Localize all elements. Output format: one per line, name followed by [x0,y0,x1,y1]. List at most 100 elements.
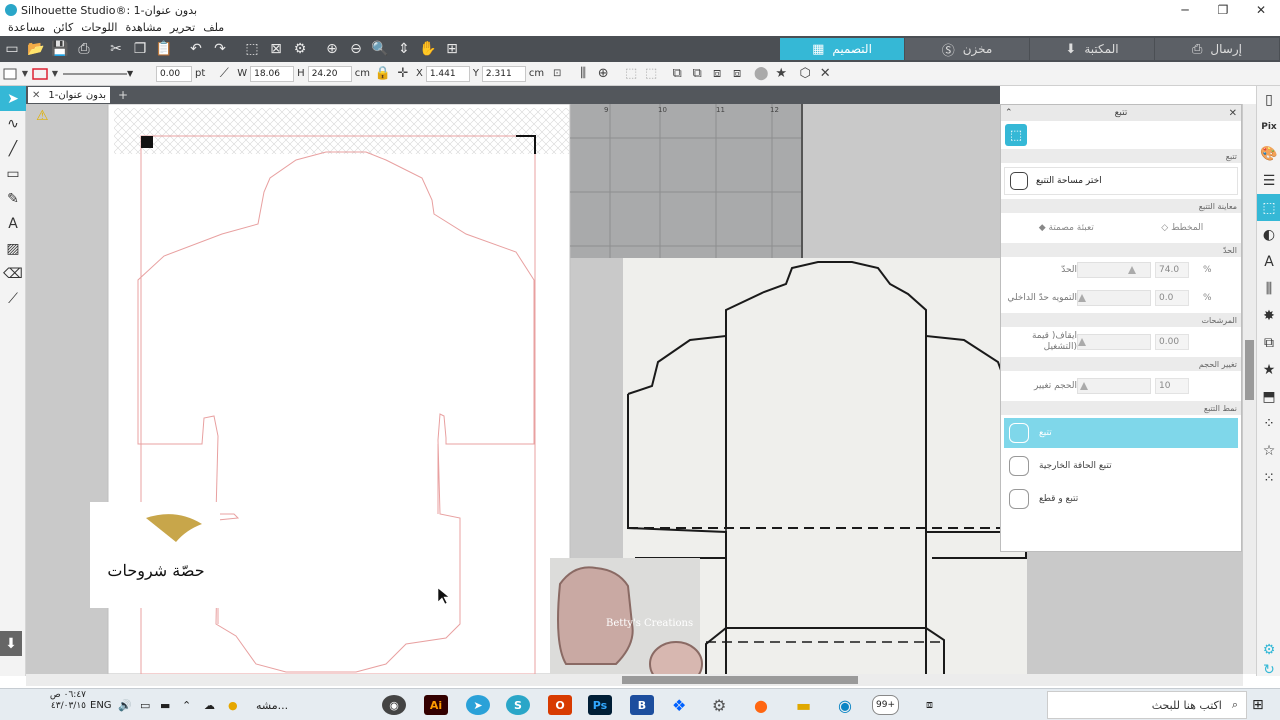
page-setup-icon[interactable]: ▯ [1257,86,1280,113]
redo-icon[interactable]: ↷ [210,39,230,59]
tab-send[interactable]: ⎙ إرسال [1155,38,1279,60]
knife-icon[interactable]: ⟋ [0,286,26,311]
trace-panel-toggle-icon[interactable]: ⬚ [1257,194,1280,221]
select-arrow-icon[interactable]: ➤ [0,86,26,111]
pan-hand-icon[interactable]: ✋ [418,39,438,59]
preview-outline-option[interactable]: ◇ المخطط [1161,223,1203,233]
threshold-slider[interactable] [1077,262,1151,278]
lock-aspect-icon[interactable]: 🔒 [373,65,393,83]
sketch-panel-icon[interactable]: ☆ [1257,437,1280,464]
menu-file[interactable]: ملف [199,20,228,36]
fill-dropdown-icon[interactable]: ▼ [20,65,30,83]
document-tab[interactable]: ✕ بدون عنوان-1 [28,87,111,103]
menu-help[interactable]: مساعدة [4,20,49,36]
y-position-input[interactable]: 2.311 [481,65,526,82]
offset-icon[interactable]: ⧈ [727,65,747,83]
rectangle-icon[interactable]: ▭ [0,161,26,186]
select-all-icon[interactable]: ⬚ [242,39,262,59]
weather-icon[interactable]: ● [228,695,238,715]
b-app-icon[interactable]: B [630,695,654,715]
eraser-icon[interactable]: ⌫ [0,261,26,286]
new-file-icon[interactable]: ▭ [2,39,22,59]
horizontal-scrollbar[interactable] [26,674,1243,686]
clock[interactable]: ٠٦:٤٧ ص ٤٣/٠٣/١٥ [10,690,86,711]
line-color-dropdown-icon[interactable]: ▼ [50,65,60,83]
dropbox-icon[interactable]: ❖ [672,695,686,715]
threshold-slider-knob[interactable] [1128,266,1136,274]
cut-icon[interactable]: ✂ [106,39,126,59]
text-panel-icon[interactable]: A [1257,248,1280,275]
replicate-panel-icon[interactable]: ⧉ [1257,329,1280,356]
close-window-button[interactable]: ✕ [1242,0,1280,20]
new-tab-icon[interactable]: + [116,88,130,102]
star-icon[interactable]: ★ [771,65,791,83]
modify-panel-icon[interactable]: ★ [1257,356,1280,383]
collapse-panel-icon[interactable]: ⌃ [1005,108,1013,118]
undo-icon[interactable]: ↶ [186,39,206,59]
height-input[interactable]: 24.20 [307,65,352,82]
menu-view[interactable]: مشاهدة [121,20,165,36]
3d-box-icon[interactable]: ⬡ [795,65,815,83]
photoshop-app-icon[interactable]: Ps [588,695,612,715]
file-explorer-icon[interactable]: ▬ [796,695,811,715]
trace-style-trace[interactable]: تتبع [1004,418,1238,448]
preview-filled-option[interactable]: ◆ تعبئة مصمتة [1039,223,1094,233]
fit-page-icon[interactable]: ⊞ [442,39,462,59]
store-download-icon[interactable]: ⬇ [0,631,22,656]
line-style-panel-icon[interactable]: ☰ [1257,167,1280,194]
align-panel-icon[interactable]: ⫼ [1257,275,1280,302]
blur-input[interactable]: 0.0 [1155,290,1189,306]
arrange-icon[interactable]: ⧈ [707,65,727,83]
active-window-label[interactable]: مشه... [256,695,288,715]
volume-icon[interactable]: 🔊 [118,695,132,715]
tab-design[interactable]: ▦ التصميم [780,38,904,60]
delete-x-icon[interactable]: ✕ [815,65,835,83]
drag-zoom-icon[interactable]: ⇕ [394,39,414,59]
paste-icon[interactable]: 📋 [154,39,174,59]
obs-app-icon[interactable]: ◉ [382,695,406,715]
width-input[interactable]: 18.06 [250,65,295,82]
firefox-icon[interactable]: ● [754,695,768,715]
group-icon[interactable]: ⬚ [621,65,641,83]
highpass-slider[interactable] [1077,334,1151,350]
task-view-icon[interactable]: ⧈ [926,695,933,715]
replicate-icon[interactable]: ⧉ [667,65,687,83]
offset-panel-icon[interactable]: ⬒ [1257,383,1280,410]
telegram-app-icon[interactable]: ➤ [466,695,490,715]
center-icon[interactable]: ⊕ [593,65,613,83]
fill-color-icon[interactable] [0,65,20,83]
tab-store[interactable]: Ⓢ مخزن [905,38,1029,60]
threshold-input[interactable]: 74.0 [1155,262,1189,278]
pattern-panel-icon[interactable]: ⁙ [1257,464,1280,491]
pencil-icon[interactable]: ✎ [0,186,26,211]
anchor-point-icon[interactable]: ⊡ [547,65,567,83]
language-indicator[interactable]: ENG [90,695,112,715]
ungroup-icon[interactable]: ⬚ [641,65,661,83]
scale-input[interactable]: 10 [1155,378,1189,394]
deselect-icon[interactable]: ⊠ [266,39,286,59]
select-by-color-icon[interactable]: ⚙ [290,39,310,59]
edge-icon[interactable]: ◉ [838,695,852,715]
line-color-icon[interactable] [30,65,50,83]
scale-slider[interactable] [1077,378,1151,394]
horizontal-scroll-thumb[interactable] [622,676,858,684]
zoom-out-icon[interactable]: ⊖ [346,39,366,59]
point-edit-icon[interactable]: ∿ [0,111,26,136]
transform-panel-icon[interactable]: ✸ [1257,302,1280,329]
x-position-input[interactable]: 1.441 [425,65,470,82]
battery-icon[interactable]: ▬ [160,695,170,715]
silhouette-taskbar-icon[interactable]: S [506,695,530,715]
trace-style-trace-and-detach[interactable]: تتبع و قطع [1004,484,1238,514]
highpass-input[interactable]: 0.00 [1155,334,1189,350]
network-icon[interactable]: ▭ [140,695,150,715]
save-icon[interactable]: 💾 [50,39,70,59]
blur-slider[interactable] [1077,290,1151,306]
maximize-button[interactable]: ❐ [1204,0,1242,20]
align-icon[interactable]: ⫼ [573,65,593,83]
windows-start-icon[interactable]: ⊞ [1252,695,1264,715]
close-doc-icon[interactable]: ✕ [32,90,40,101]
menu-edit[interactable]: تحرير [166,20,199,36]
zoom-selection-icon[interactable]: 🔍 [370,39,390,59]
color-palette-icon[interactable]: 🎨 [1257,140,1280,167]
copy-icon[interactable]: ❐ [130,39,150,59]
